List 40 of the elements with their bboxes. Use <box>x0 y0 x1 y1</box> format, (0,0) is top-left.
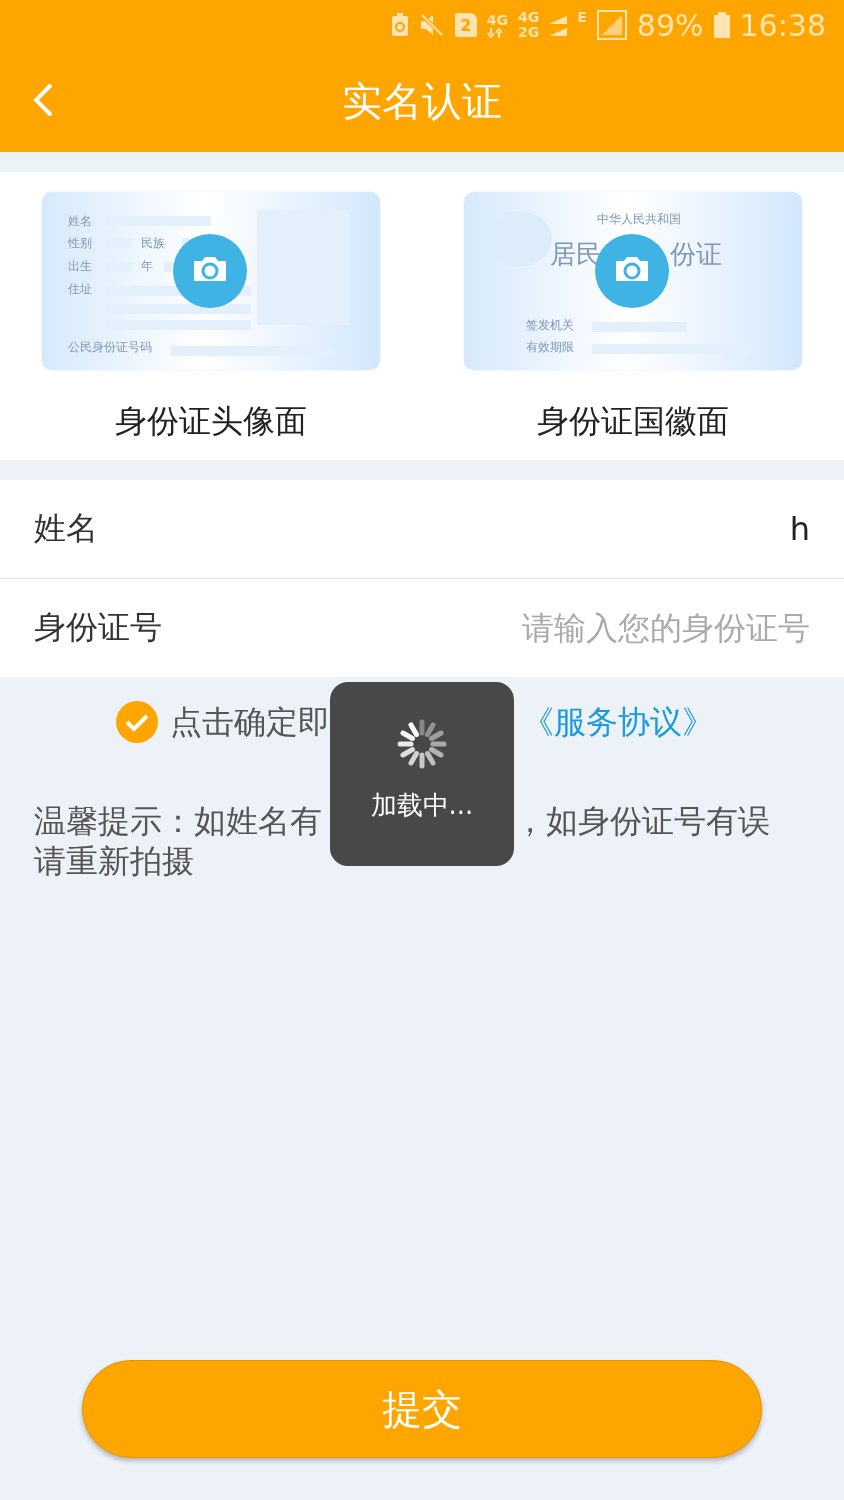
tip-text: 温馨提示：如姓名有 <box>34 801 322 841</box>
field-label: 身份证号 <box>34 607 162 648</box>
card-caption: 身份证国徽面 <box>537 401 729 442</box>
data-arrows-icon <box>486 27 503 38</box>
card-label: 民族 <box>141 236 165 250</box>
tip-text: ，如身份证号有误 <box>514 801 770 841</box>
input-field[interactable]: h <box>390 510 810 548</box>
battery-saver-icon <box>390 13 409 37</box>
clock: 16:38 <box>739 7 826 43</box>
data-type-label: E <box>577 10 587 25</box>
card-label: 出生 <box>68 259 92 273</box>
input-field[interactable]: 请输入您的身份证号 <box>390 609 810 647</box>
network-label: 4G <box>518 10 540 25</box>
card-label: 有效期限 <box>526 340 574 354</box>
card-label: 年 <box>141 259 153 273</box>
checkbox[interactable] <box>116 701 158 743</box>
card-label: 性别 <box>68 236 92 250</box>
card-caption: 身份证头像面 <box>115 401 307 442</box>
agreement-link[interactable]: 《服务协议》 <box>522 702 714 742</box>
id-card-upload[interactable]: 姓名 性别 民族 出生 年 住址 公民身份证号码 <box>42 192 380 370</box>
submit-button[interactable]: 提交 <box>82 1360 762 1458</box>
mute-icon <box>418 13 445 37</box>
loading-text: 加载中... <box>370 789 474 822</box>
page-title: 实名认证 <box>342 76 502 126</box>
card-label: 住址 <box>68 282 92 296</box>
card-title: 份证 <box>670 240 722 268</box>
card-label: 姓名 <box>68 214 92 228</box>
network-label: 4G <box>486 12 509 28</box>
card-label: 中华人民共和国 <box>597 212 681 226</box>
agreement-text: 点击确定即 <box>170 702 330 742</box>
signal-icon <box>596 10 627 40</box>
sim-icon: 2 <box>454 13 477 37</box>
battery-icon <box>713 12 730 38</box>
card-label: 公民身份证号码 <box>68 340 152 354</box>
battery-percent: 89% <box>636 7 704 43</box>
camera-icon <box>173 234 247 308</box>
field-label: 姓名 <box>34 508 98 549</box>
tip-text: 请重新拍摄 <box>34 841 195 881</box>
network-label: 2G <box>518 25 540 40</box>
card-label: 签发机关 <box>526 318 574 332</box>
